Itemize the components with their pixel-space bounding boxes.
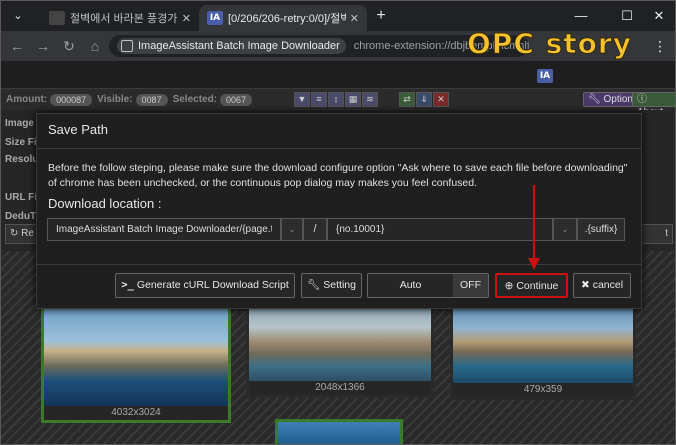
thumbnail-image bbox=[44, 306, 228, 406]
path-prefix-dropdown-icon[interactable]: ⌄ bbox=[281, 218, 303, 241]
tab-label: [0/206/206-retry:0/0]/절벽에서 바라 bbox=[228, 13, 346, 25]
thumbnail-image bbox=[453, 304, 633, 383]
page-favicon-icon bbox=[49, 11, 65, 25]
selected-label: Selected: bbox=[172, 94, 218, 105]
tab-imageassistant[interactable]: IA [0/206/206-retry:0/0]/절벽에서 바라 ✕ bbox=[199, 5, 367, 31]
setting-button[interactable]: 🔧︎ Setting bbox=[301, 273, 362, 298]
list-icon[interactable]: ≡ bbox=[311, 92, 327, 107]
generate-curl-button[interactable]: >_ Generate cURL Download Script bbox=[115, 273, 295, 298]
path-suffix: .{suffix} bbox=[577, 218, 625, 241]
thumbnail-dimensions: 4032x3024 bbox=[44, 406, 228, 420]
refresh-button[interactable]: ↻ Re bbox=[5, 224, 39, 244]
refresh-label: Re bbox=[21, 228, 34, 239]
about-button[interactable]: ⓘ About bbox=[632, 92, 675, 118]
thumbnail-image bbox=[249, 304, 431, 381]
close-icon[interactable]: ✕ bbox=[182, 12, 191, 25]
visible-stat: Visible: 0087 bbox=[97, 93, 168, 106]
amount-badge: 000087 bbox=[50, 93, 93, 106]
resolution-label: Resolu bbox=[5, 154, 39, 165]
sort-icon[interactable]: ↕ bbox=[328, 92, 344, 107]
amount-label: Amount: bbox=[6, 94, 48, 105]
watermark-logo: OPC story bbox=[467, 27, 632, 61]
thumbnail-image bbox=[278, 422, 400, 444]
reload-icon[interactable]: ↻ bbox=[59, 37, 79, 55]
thumbnail-item[interactable] bbox=[275, 419, 403, 444]
url-filter-label: URL Fi bbox=[5, 192, 38, 203]
path-prefix-input[interactable] bbox=[47, 218, 281, 241]
layers-icon[interactable]: ≋ bbox=[362, 92, 378, 107]
selected-badge: 0067 bbox=[220, 93, 253, 106]
wrench-icon: 🔧︎ bbox=[307, 279, 321, 291]
continue-button[interactable]: ⊕ Continue bbox=[495, 273, 568, 298]
dialog-title: Save Path bbox=[48, 122, 108, 137]
visible-badge: 0087 bbox=[135, 93, 168, 106]
new-tab-icon[interactable]: + bbox=[371, 6, 391, 26]
forward-icon[interactable]: → bbox=[33, 37, 53, 55]
filter-icon[interactable]: ▼ bbox=[294, 92, 310, 107]
save-path-dialog: Save Path Before the follow steping, ple… bbox=[36, 113, 642, 309]
maximize-icon[interactable]: ☐ bbox=[612, 6, 642, 26]
close-selection-icon[interactable]: ✕ bbox=[433, 92, 449, 107]
download-location-label: Download location : bbox=[48, 196, 162, 211]
dialog-message: Before the follow steping, please make s… bbox=[48, 162, 628, 189]
annotation-arrow-head bbox=[528, 258, 540, 270]
setting-button-label: Setting bbox=[323, 279, 356, 291]
curl-button-label: Generate cURL Download Script bbox=[136, 279, 289, 291]
puzzle-icon bbox=[121, 40, 133, 52]
path-separator: / bbox=[303, 218, 327, 241]
thumbnail-item[interactable]: 479x359 bbox=[450, 301, 636, 400]
thumbnail-dimensions: 479x359 bbox=[453, 383, 633, 397]
back-icon[interactable]: ← bbox=[7, 37, 27, 55]
toggle-auto-label: Auto bbox=[368, 274, 453, 297]
divider bbox=[37, 148, 641, 149]
app-header: Amount: 000087 Visible: 0087 Selected: 0… bbox=[1, 88, 675, 118]
continue-button-label: Continue bbox=[516, 280, 559, 292]
extension-name: ImageAssistant Batch Image Downloader bbox=[138, 40, 340, 52]
selected-stat: Selected: 0067 bbox=[172, 93, 253, 106]
dedup-label: DeduT bbox=[5, 211, 37, 222]
x-icon: ✖ bbox=[580, 279, 590, 291]
refresh-icon: ↻ bbox=[10, 228, 19, 239]
info-icon: ⓘ bbox=[637, 94, 647, 105]
thumbnail-item[interactable]: 2048x1366 bbox=[246, 301, 434, 398]
tab-search-dropdown[interactable]: ⌄ bbox=[7, 7, 29, 25]
path-row: ⌄ / ⌄ .{suffix} bbox=[47, 218, 625, 241]
imageassistant-favicon-icon: IA bbox=[207, 11, 223, 25]
thumbnail-dimensions: 2048x1366 bbox=[249, 381, 431, 395]
visible-label: Visible: bbox=[97, 94, 133, 105]
download-circle-icon: ⊕ bbox=[504, 280, 514, 292]
swap-icon[interactable]: ⇄ bbox=[399, 92, 415, 107]
path-name-dropdown-icon[interactable]: ⌄ bbox=[553, 218, 577, 241]
tab-label: 절벽에서 바라본 풍경가 모습 / Ph bbox=[70, 13, 178, 25]
cancel-button-label: cancel bbox=[592, 279, 624, 291]
toggle-off-label: OFF bbox=[453, 274, 488, 297]
close-icon[interactable]: ✕ bbox=[350, 12, 359, 25]
imageassistant-extension-icon[interactable]: IA bbox=[537, 69, 553, 83]
cancel-button[interactable]: ✖ cancel bbox=[573, 273, 631, 298]
download-select-icon[interactable]: ⇓ bbox=[416, 92, 432, 107]
terminal-icon: >_ bbox=[121, 279, 134, 291]
browser-menu-icon[interactable]: ⋮ bbox=[653, 37, 667, 55]
window-close-icon[interactable]: ✕ bbox=[644, 6, 674, 26]
size-filter-label: Size Fi bbox=[5, 137, 37, 148]
wrench-icon: 🔧︎ bbox=[588, 94, 601, 105]
divider bbox=[37, 264, 641, 265]
path-name-input[interactable] bbox=[327, 218, 553, 241]
image-label: Image bbox=[5, 118, 34, 129]
screenshot-frame: ⌄ 절벽에서 바라본 풍경가 모습 / Ph ✕ IA [0/206/206-r… bbox=[0, 0, 676, 445]
tab-unsplash[interactable]: 절벽에서 바라본 풍경가 모습 / Ph ✕ bbox=[41, 5, 199, 31]
auto-toggle[interactable]: Auto OFF bbox=[367, 273, 489, 298]
extension-chip[interactable]: ImageAssistant Batch Image Downloader bbox=[117, 38, 346, 54]
address-bar[interactable]: ImageAssistant Batch Image Downloader ch… bbox=[109, 35, 529, 57]
minimize-icon[interactable]: — bbox=[566, 6, 596, 26]
grid-icon[interactable]: ▦ bbox=[345, 92, 361, 107]
home-icon[interactable]: ⌂ bbox=[85, 37, 105, 55]
annotation-arrow bbox=[533, 185, 535, 261]
thumbnail-item[interactable]: 4032x3024 bbox=[41, 303, 231, 423]
amount-stat: Amount: 000087 bbox=[6, 93, 93, 106]
